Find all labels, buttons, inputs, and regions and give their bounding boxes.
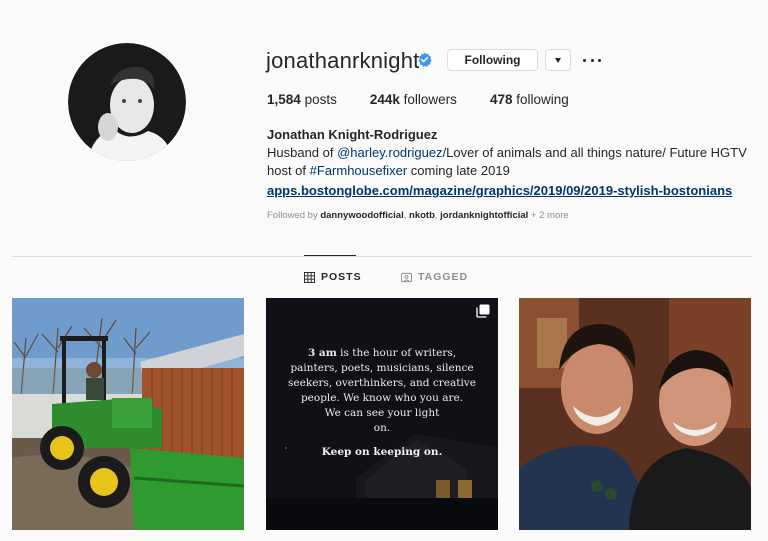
quote-line: seekers, overthinkers, and creative — [288, 377, 476, 389]
dot-icon — [583, 58, 586, 62]
followed-by[interactable]: Followed by dannywoodofficial, nkotb, jo… — [267, 209, 569, 222]
following-label: following — [516, 92, 569, 107]
suggested-accounts-dropdown-button[interactable] — [545, 49, 571, 71]
tab-posts-label: POSTS — [321, 271, 362, 283]
tag-icon — [401, 272, 412, 282]
quote-emphasis: 3 am — [307, 347, 337, 359]
followed-by-user: jordanknightofficial — [440, 210, 529, 221]
profile-username: jonathanrknight — [266, 48, 420, 73]
followed-by-user: nkotb — [409, 210, 435, 221]
couple-photo — [519, 298, 751, 530]
quote-line: We can see your light — [324, 407, 440, 419]
dot-icon — [590, 58, 594, 62]
quote-line: painters, poets, musicians, silence — [290, 362, 474, 374]
carousel-icon — [476, 304, 490, 318]
profile-bio: Husband of @harley.rodriguez/Lover of an… — [267, 144, 747, 180]
profile-stats: 1,584 posts 244k followers 478 following — [267, 92, 602, 107]
post-thumbnail[interactable] — [519, 298, 751, 530]
following-button[interactable]: Following — [447, 49, 538, 71]
posts-stat: 1,584 posts — [267, 92, 337, 107]
followers-label: followers — [403, 92, 457, 107]
following-count: 478 — [489, 92, 513, 107]
profile-avatar[interactable] — [68, 43, 186, 161]
verified-badge-icon — [418, 52, 432, 67]
quote-line: is the hour of writers, — [336, 347, 457, 359]
tabs-divider — [12, 256, 752, 257]
followed-by-more: + 2 more — [528, 210, 569, 221]
quote-line: on. — [373, 422, 391, 434]
chevron-down-icon — [555, 57, 561, 63]
active-tab-indicator — [304, 255, 356, 256]
more-options-button[interactable] — [583, 52, 601, 68]
posts-count: 1,584 — [267, 92, 301, 107]
profile-website-link[interactable]: apps.bostonglobe.com/magazine/graphics/2… — [267, 182, 732, 200]
bio-text: coming late 2019 — [407, 163, 510, 178]
tractor-photo — [12, 298, 244, 530]
quote-cta: Keep on keeping on. — [321, 446, 443, 458]
tab-tagged[interactable]: TAGGED — [401, 270, 468, 284]
grid-icon — [304, 271, 315, 283]
bio-mention-link[interactable]: @harley.rodriguez — [337, 145, 442, 160]
followed-by-prefix: Followed by — [267, 210, 321, 221]
followers-count: 244k — [369, 92, 400, 107]
posts-label: posts — [304, 92, 337, 107]
post-thumbnail[interactable] — [12, 298, 244, 530]
followed-by-user: dannywoodofficial — [320, 210, 404, 221]
tab-tagged-label: TAGGED — [418, 271, 469, 283]
tab-posts[interactable]: POSTS — [304, 270, 362, 284]
dot-icon — [598, 58, 601, 62]
bio-hashtag-link[interactable]: #Farmhousefixer — [310, 163, 408, 178]
followers-stat[interactable]: 244k followers — [370, 92, 457, 107]
quote-text: 3 am is the hour of writers, painters, p… — [266, 346, 498, 436]
profile-full-name: Jonathan Knight-Rodriguez — [267, 127, 438, 142]
following-stat[interactable]: 478 following — [490, 92, 569, 107]
quote-line: people. We know who you are. — [300, 392, 464, 404]
post-thumbnail[interactable]: 3 am is the hour of writers, painters, p… — [266, 298, 498, 530]
bio-text: Husband of — [267, 145, 338, 160]
